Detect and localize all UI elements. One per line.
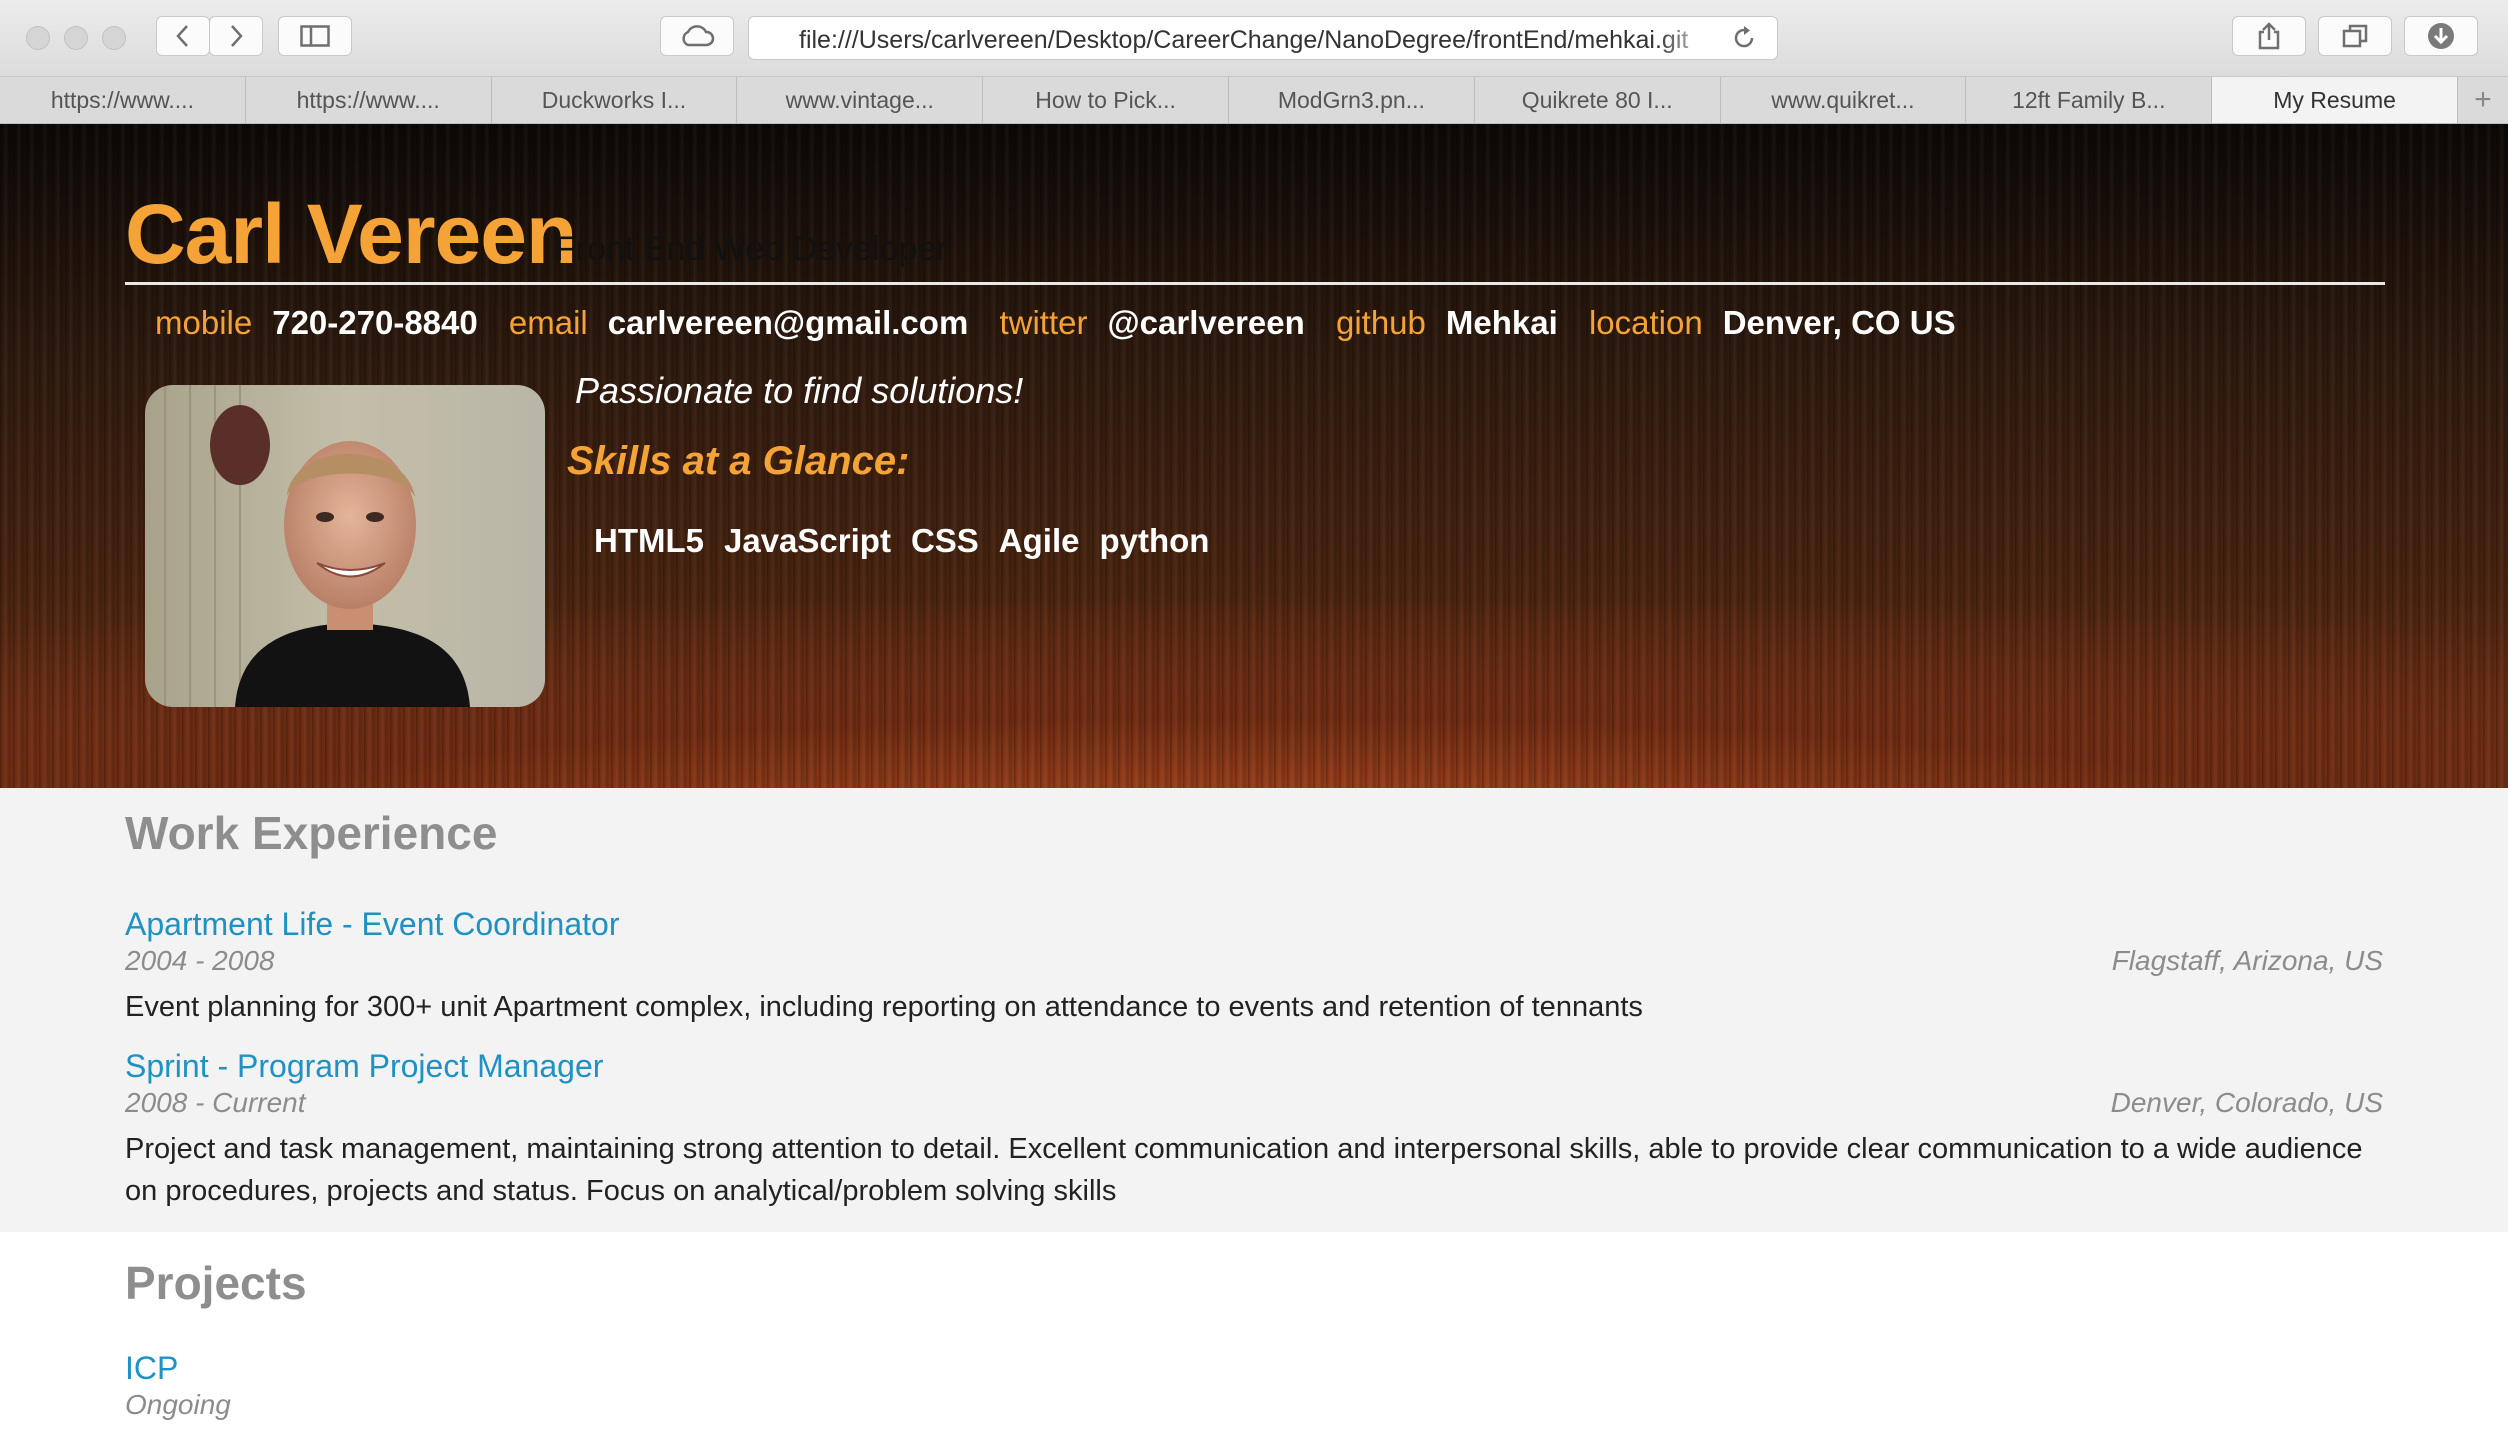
job-title-link[interactable]: Apartment Life - Event Coordinator bbox=[125, 906, 619, 943]
show-all-tabs-button[interactable] bbox=[2318, 16, 2392, 56]
browser-tab[interactable]: ModGrn3.pn... bbox=[1229, 77, 1475, 123]
job-location: Flagstaff, Arizona, US bbox=[2111, 945, 2383, 976]
twitter-label: twitter bbox=[999, 304, 1088, 341]
skill-item: python bbox=[1099, 522, 1210, 559]
projects-section: Projects ICP Ongoing bbox=[0, 1232, 2508, 1430]
job-description: Project and task management, maintaining… bbox=[125, 1133, 2363, 1207]
url-text: file:///Users/carlvereen/Desktop/CareerC… bbox=[799, 26, 1717, 55]
zoom-window-button[interactable] bbox=[102, 26, 126, 50]
job-dates: 2008 - Current bbox=[125, 1087, 306, 1118]
contact-list: mobile 720-270-8840 email carlvereen@gmail… bbox=[155, 304, 1978, 342]
browser-tab-active[interactable]: My Resume bbox=[2212, 77, 2458, 123]
downloads-button[interactable] bbox=[2404, 16, 2478, 56]
github-value[interactable]: Mehkai bbox=[1446, 304, 1558, 341]
address-bar[interactable]: file:///Users/carlvereen/Desktop/CareerC… bbox=[748, 16, 1778, 60]
email-label: email bbox=[508, 304, 588, 341]
resume-role: Front End Web Developer bbox=[555, 230, 948, 268]
location-value: Denver, CO US bbox=[1722, 304, 1956, 341]
section-title: Projects bbox=[125, 1257, 307, 1309]
chevron-right-icon bbox=[231, 25, 243, 47]
browser-tab[interactable]: Duckworks I... bbox=[492, 77, 738, 123]
icloud-tabs-button[interactable] bbox=[660, 16, 734, 56]
browser-tab[interactable]: How to Pick... bbox=[983, 77, 1229, 123]
header-divider bbox=[125, 282, 2385, 285]
browser-tab[interactable]: https://www.... bbox=[246, 77, 492, 123]
skills-heading: Skills at a Glance: bbox=[567, 439, 910, 483]
browser-tab[interactable]: Quikrete 80 I... bbox=[1475, 77, 1721, 123]
job-dates: 2004 - 2008 bbox=[125, 945, 275, 976]
skill-item: CSS bbox=[910, 522, 979, 559]
cloud-icon bbox=[682, 25, 715, 47]
profile-photo bbox=[145, 385, 545, 707]
mobile-value: 720-270-8840 bbox=[272, 304, 478, 341]
browser-tab[interactable]: www.quikret... bbox=[1721, 77, 1967, 123]
browser-tab[interactable]: 12ft Family B... bbox=[1966, 77, 2213, 123]
skill-item: HTML5 bbox=[594, 522, 704, 559]
browser-tab[interactable]: https://www.... bbox=[0, 77, 246, 123]
email-value[interactable]: carlvereen@gmail.com bbox=[608, 304, 969, 341]
new-tab-button[interactable]: + bbox=[2458, 77, 2508, 123]
resume-name: Carl Vereen bbox=[125, 187, 577, 281]
skills-list: HTML5 JavaScript CSS Agile python bbox=[594, 522, 1209, 560]
github-label: github bbox=[1335, 304, 1426, 341]
tab-bar: https://www.... https://www.... Duckwork… bbox=[0, 77, 2508, 124]
sidebar-button[interactable] bbox=[278, 16, 352, 56]
download-icon bbox=[2428, 23, 2454, 49]
section-title: Work Experience bbox=[125, 807, 498, 859]
back-button[interactable] bbox=[156, 16, 210, 56]
job-location: Denver, Colorado, US bbox=[2110, 1087, 2383, 1118]
share-button[interactable] bbox=[2232, 16, 2306, 56]
project-title-link[interactable]: ICP bbox=[125, 1350, 178, 1387]
tabs-overview-icon bbox=[2342, 24, 2368, 48]
chevron-left-icon bbox=[176, 25, 188, 47]
work-experience-section: Work Experience Apartment Life - Event C… bbox=[0, 788, 2508, 1232]
minimize-window-button[interactable] bbox=[64, 26, 88, 50]
reload-icon[interactable] bbox=[1731, 25, 1757, 51]
skill-item: Agile bbox=[998, 522, 1080, 559]
job-description: Event planning for 300+ unit Apartment c… bbox=[125, 991, 1643, 1023]
twitter-value[interactable]: @carlvereen bbox=[1107, 304, 1304, 341]
forward-button[interactable] bbox=[209, 16, 263, 56]
skill-item: JavaScript bbox=[724, 522, 891, 559]
browser-tab[interactable]: www.vintage... bbox=[737, 77, 984, 123]
project-dates: Ongoing bbox=[125, 1389, 231, 1420]
browser-toolbar: file:///Users/carlvereen/Desktop/CareerC… bbox=[0, 0, 2508, 77]
mobile-label: mobile bbox=[155, 304, 253, 341]
welcome-message: Passionate to find solutions! bbox=[575, 370, 1024, 411]
sidebar-icon bbox=[300, 25, 330, 47]
share-icon bbox=[2258, 22, 2280, 50]
location-label: location bbox=[1588, 304, 1703, 341]
job-title-link[interactable]: Sprint - Program Project Manager bbox=[125, 1048, 603, 1085]
close-window-button[interactable] bbox=[26, 26, 50, 50]
resume-header: Carl Vereen Front End Web Developer mobi… bbox=[0, 124, 2508, 788]
